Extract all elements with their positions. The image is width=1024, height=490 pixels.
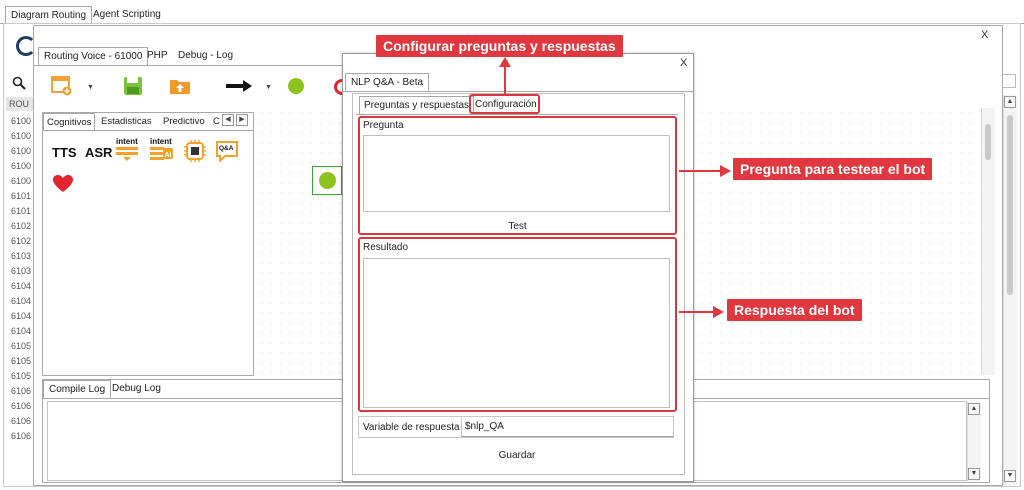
- callout-configure: Configurar preguntas y respuestas: [376, 35, 623, 57]
- dialog-close-icon[interactable]: X: [680, 57, 687, 69]
- line-number: 6104: [11, 311, 32, 321]
- qa-label: Q&A: [219, 145, 234, 152]
- asr-item[interactable]: ASR: [85, 145, 112, 160]
- palette-tab-prev-button[interactable]: ◀: [222, 114, 234, 126]
- callout-answer: Respuesta del bot: [727, 299, 862, 321]
- intent-ai-icon: AI: [150, 147, 173, 160]
- tab-routing-voice[interactable]: Routing Voice - 61000: [38, 47, 149, 65]
- tts-item[interactable]: TTS: [52, 145, 77, 160]
- intent-icon: [116, 147, 138, 161]
- configuracion-highlight: [469, 94, 540, 114]
- intent-ai-label: intent: [150, 137, 172, 146]
- routing-column-header: ROU: [6, 97, 36, 111]
- line-number: 6104: [11, 296, 32, 306]
- editor-close-icon[interactable]: X: [981, 29, 988, 41]
- question-section-highlight: [358, 116, 677, 235]
- palette-tab-divider: [43, 130, 253, 131]
- line-number: 6102: [11, 221, 32, 231]
- line-number: 6104: [11, 281, 32, 291]
- line-number: 6105: [11, 341, 32, 351]
- save-button[interactable]: Guardar: [487, 450, 547, 461]
- tab-agent-scripting[interactable]: Agent Scripting: [88, 6, 166, 24]
- palette-tab-cognitivos[interactable]: Cognitivos: [43, 113, 96, 131]
- variable-label: Variable de respuesta: [363, 422, 460, 433]
- toolbar: ▼ ▼: [34, 66, 344, 108]
- chip-icon[interactable]: [184, 140, 206, 162]
- search-icon[interactable]: [12, 76, 26, 90]
- callout-question: Pregunta para testear el bot: [733, 158, 933, 180]
- connector-arrow-icon[interactable]: [225, 79, 253, 93]
- line-number: 6101: [11, 191, 32, 201]
- scroll-up-button[interactable]: ▲: [1004, 96, 1016, 108]
- line-number: 6105: [11, 356, 32, 366]
- palette-tab-estadisticas[interactable]: Estadisticas: [98, 113, 155, 131]
- line-number: 6106: [11, 431, 32, 441]
- new-diagram-icon[interactable]: [51, 76, 73, 96]
- tab-debug-log[interactable]: Debug - Log: [173, 47, 238, 65]
- intent-label: intent: [116, 137, 138, 146]
- line-number: 6100: [11, 131, 32, 141]
- tab-php[interactable]: PHP: [142, 47, 173, 65]
- log-scroll-up-button[interactable]: ▲: [968, 403, 980, 415]
- scroll-down-button[interactable]: ▼: [1004, 470, 1016, 482]
- intent-ai-item[interactable]: intent AI: [150, 137, 173, 160]
- result-section-highlight: [358, 237, 677, 412]
- open-folder-icon[interactable]: [169, 77, 191, 95]
- canvas-scroll-thumb[interactable]: [985, 124, 991, 160]
- palette-tab-next-button[interactable]: ▶: [236, 114, 248, 126]
- callout-question-arrowhead: [720, 165, 732, 177]
- callout-answer-arrowhead: [713, 306, 725, 318]
- diagram-node[interactable]: [312, 166, 342, 195]
- variable-value: $nlp_QA: [465, 421, 504, 432]
- log-scrollbar[interactable]: ▲ ▼: [967, 402, 981, 481]
- canvas-scrollbar[interactable]: [981, 108, 995, 375]
- variable-input[interactable]: $nlp_QA: [461, 417, 673, 437]
- intent-item[interactable]: intent: [116, 137, 138, 161]
- line-number: 6103: [11, 251, 32, 261]
- line-number: 6106: [11, 416, 32, 426]
- palette-tab-predictivo[interactable]: Predictivo: [160, 113, 208, 131]
- dialog-tab-divider: [356, 114, 678, 115]
- line-number: 6100: [11, 116, 32, 126]
- svg-text:AI: AI: [165, 152, 172, 159]
- background-scrollbar[interactable]: ▲ ▼: [1003, 95, 1017, 485]
- callout-configure-arrow: [498, 56, 512, 96]
- start-node-circle: [319, 172, 336, 189]
- line-number: 6100: [11, 161, 32, 171]
- start-node-icon[interactable]: [288, 78, 304, 94]
- heart-icon[interactable]: [53, 175, 73, 193]
- log-scroll-down-button[interactable]: ▼: [968, 468, 980, 480]
- tab-compile-log[interactable]: Compile Log: [43, 380, 112, 398]
- scroll-thumb[interactable]: [1007, 115, 1013, 295]
- dialog-title-divider: [343, 91, 693, 92]
- arrow-dropdown-icon[interactable]: ▼: [265, 84, 272, 91]
- line-number: 6102: [11, 236, 32, 246]
- line-number: 6105: [11, 371, 32, 381]
- qa-item[interactable]: Q&A: [215, 140, 238, 162]
- line-number: 6100: [11, 146, 32, 156]
- save-icon[interactable]: [123, 76, 143, 96]
- tab-preguntas-respuestas[interactable]: Preguntas y respuestas: [359, 96, 475, 114]
- tab-diagram-routing[interactable]: Diagram Routing: [5, 6, 93, 24]
- palette-tab-more[interactable]: C: [211, 113, 222, 131]
- line-number: 6106: [11, 401, 32, 411]
- tab-debug-log-panel[interactable]: Debug Log: [107, 380, 166, 398]
- line-number: 6104: [11, 326, 32, 336]
- line-number: 6103: [11, 266, 32, 276]
- dialog-title-tab: NLP Q&A - Beta: [345, 73, 430, 91]
- line-number: 6100: [11, 176, 32, 186]
- line-number: 6101: [11, 206, 32, 216]
- new-dropdown-icon[interactable]: ▼: [87, 84, 94, 91]
- line-number: 6106: [11, 386, 32, 396]
